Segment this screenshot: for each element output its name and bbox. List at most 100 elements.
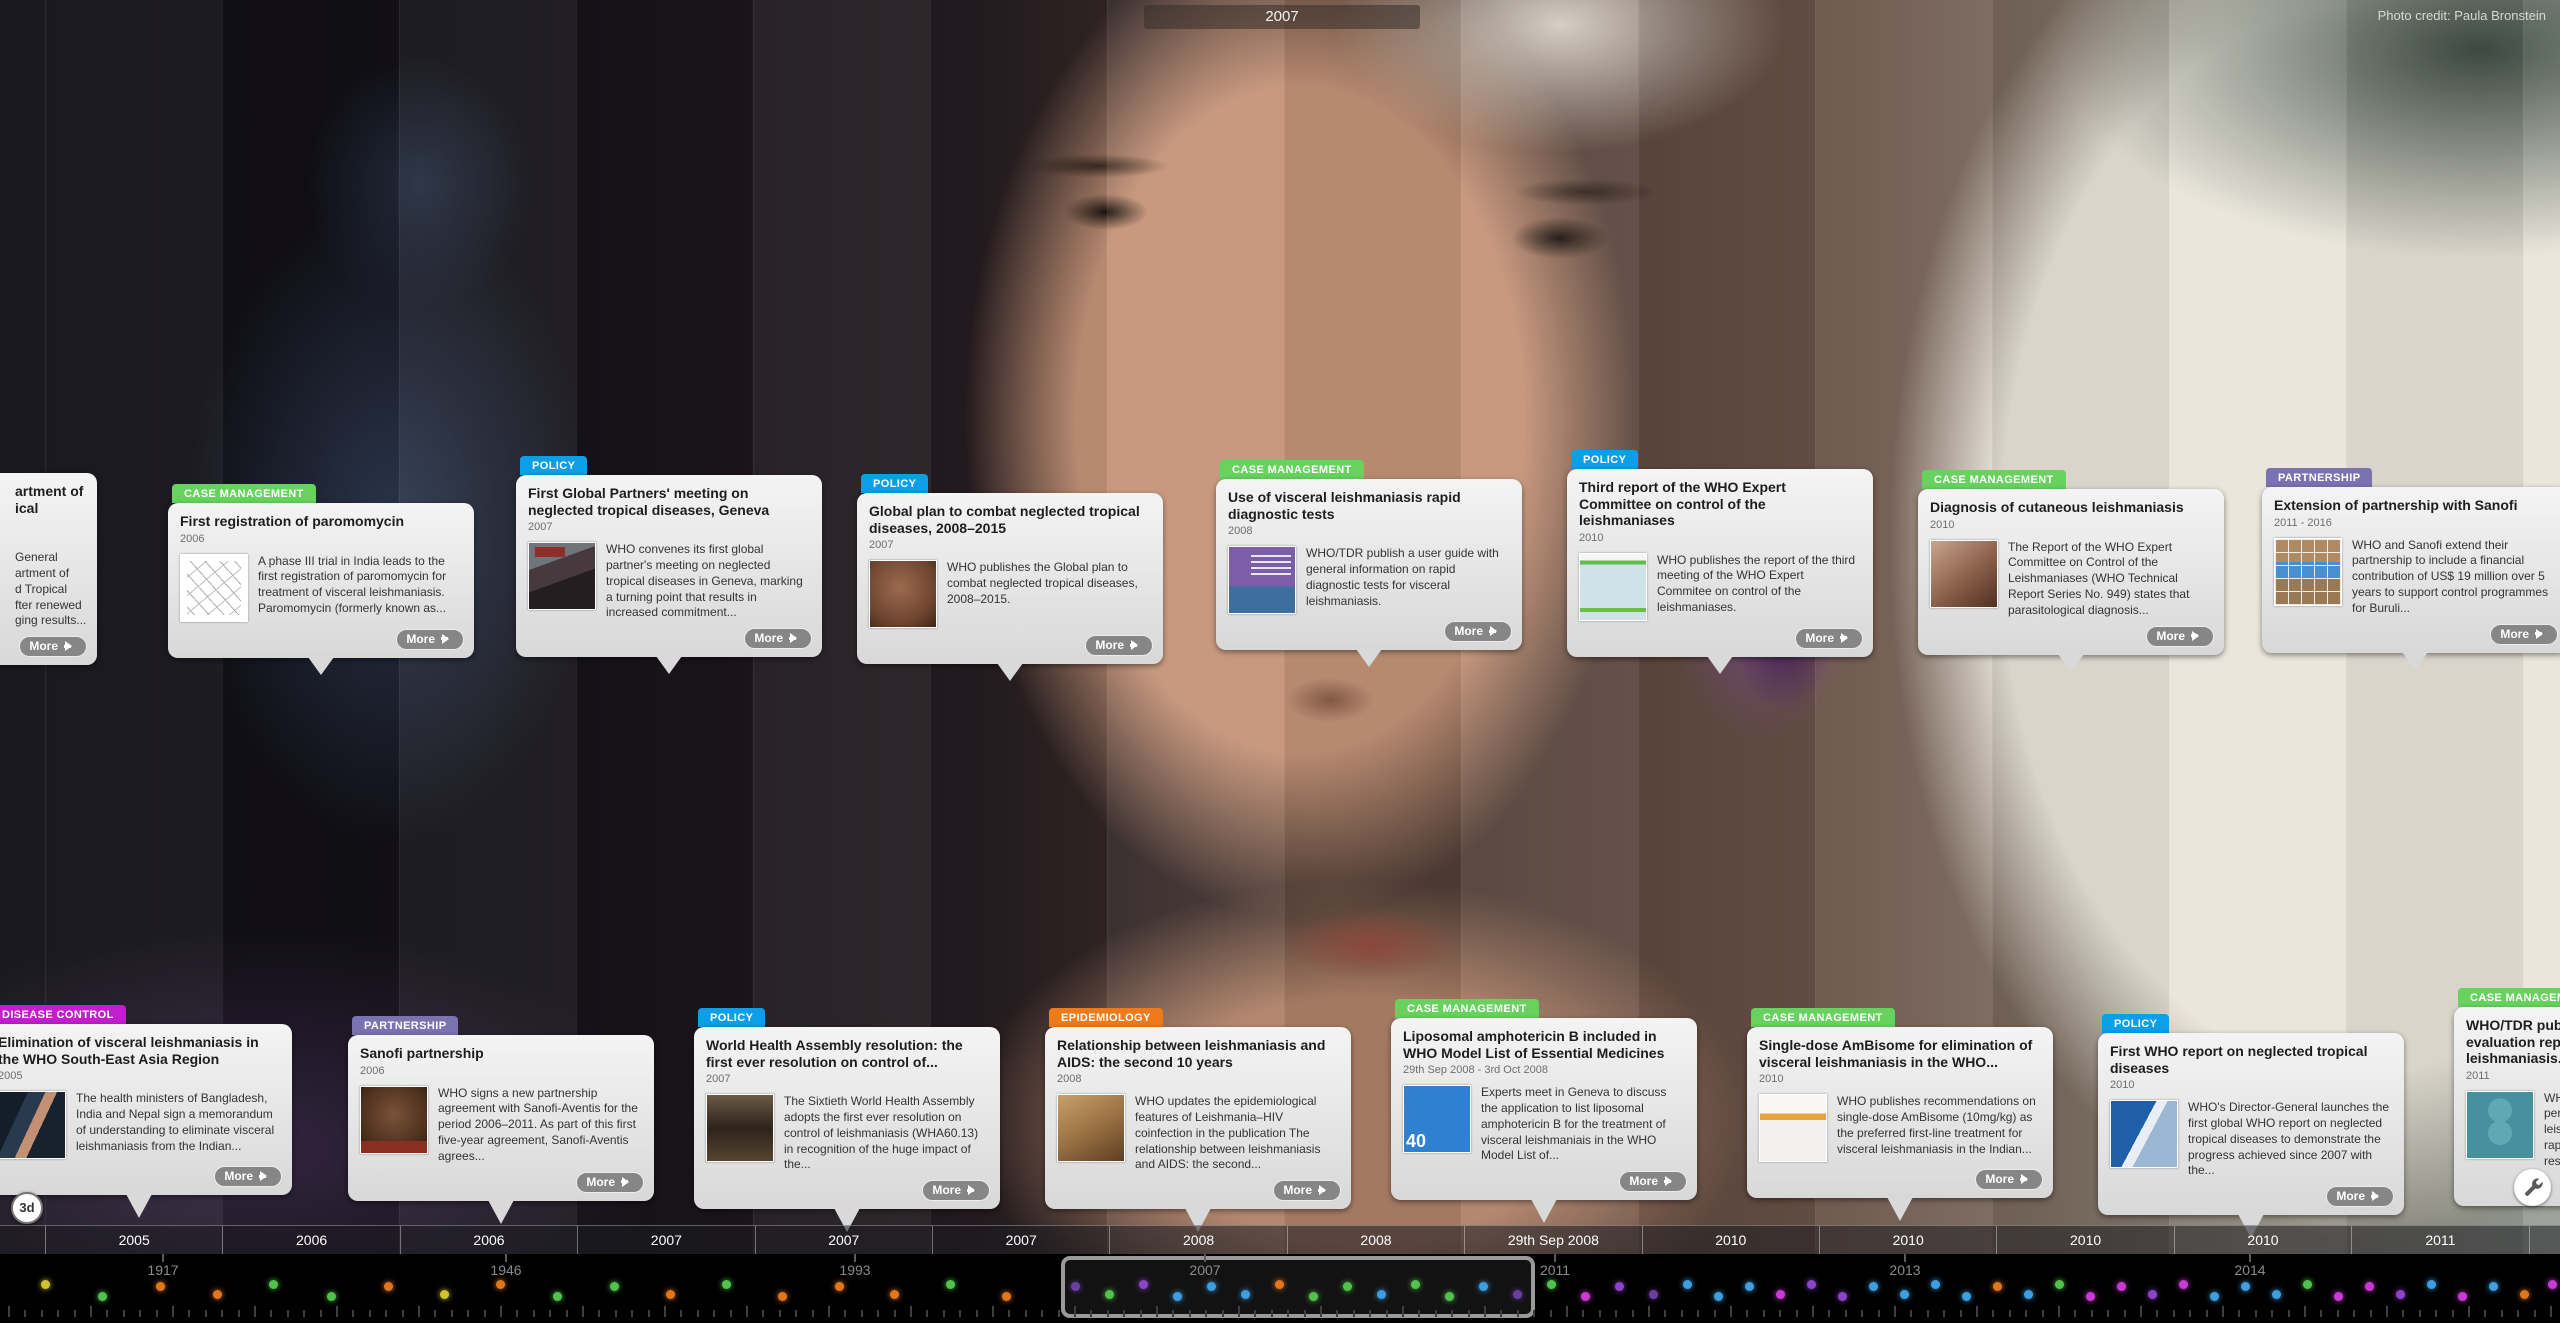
event-card-panel[interactable]: Diagnosis of cutaneous leishmaniasis2010… (1918, 489, 2224, 655)
event-dot (2117, 1282, 2126, 1291)
event-card[interactable]: DISEASE CONTROLElimination of visceral l… (0, 1005, 296, 1195)
event-card[interactable]: POLICYGlobal plan to combat neglected tr… (857, 474, 1167, 664)
more-button[interactable]: More (1085, 635, 1153, 656)
ruler-tick (1730, 1306, 1732, 1317)
event-dot (1581, 1292, 1590, 1301)
more-button[interactable]: More (19, 636, 87, 657)
event-card[interactable]: PARTNERSHIPSanofi partnership2006WHO sig… (348, 1016, 658, 1201)
ruler-tick (41, 1310, 43, 1317)
ruler-tick (2124, 1310, 2126, 1317)
event-card-panel[interactable]: Elimination of visceral leishmaniasis in… (0, 1024, 292, 1195)
ruler-tick (598, 1310, 600, 1317)
event-card-panel[interactable]: Sanofi partnership2006WHO signs a new pa… (348, 1035, 654, 1201)
year-strip-segment (0, 1226, 45, 1254)
event-thumbnail (869, 560, 937, 628)
card-pointer (1531, 1199, 1557, 1223)
event-dot (1411, 1280, 1420, 1289)
event-description: WHO convenes its first global partner's … (606, 542, 810, 621)
event-card-panel[interactable]: Third report of the WHO Expert Committee… (1567, 469, 1873, 657)
event-card[interactable]: PARTNERSHIPExtension of partnership with… (2262, 468, 2560, 653)
event-card[interactable]: CASE MANAGEMENTLiposomal amphotericin B … (1391, 999, 1701, 1200)
event-card-panel[interactable]: Extension of partnership with Sanofi2011… (2262, 487, 2560, 653)
year-strip-segment: 2008 (1109, 1226, 1286, 1254)
more-button[interactable]: More (2326, 1186, 2394, 1207)
event-dot (1615, 1282, 1624, 1291)
event-thumbnail (360, 1086, 428, 1154)
event-card-content: Third report of the WHO Expert Committee… (1579, 479, 1861, 621)
year-strip-segment: 29th Sep 2008 (1464, 1226, 1641, 1254)
more-button[interactable]: More (1273, 1180, 1341, 1201)
event-card[interactable]: POLICYThird report of the WHO Expert Com… (1567, 450, 1877, 657)
event-card-panel[interactable]: Global plan to combat neglected tropical… (857, 493, 1163, 664)
event-card-content: Relationship between leishmaniasis and A… (1057, 1037, 1339, 1173)
more-button[interactable]: More (922, 1180, 990, 1201)
ruler-tick (2091, 1310, 2093, 1317)
ruler-tick (1697, 1310, 1699, 1317)
event-card[interactable]: POLICYFirst WHO report on neglected trop… (2098, 1014, 2408, 1215)
more-button[interactable]: More (1619, 1171, 1687, 1192)
event-title-line: artment of (15, 483, 85, 500)
event-card-panel[interactable]: artment oficalGeneralartment ofd Tropica… (0, 473, 97, 665)
more-button[interactable]: More (2146, 626, 2214, 647)
event-card[interactable]: POLICY First Global Partners' meeting on … (516, 456, 826, 657)
event-dot (2458, 1292, 2467, 1301)
year-strip-segment: 2011 (2351, 1226, 2528, 1254)
ruler-tick (943, 1310, 945, 1317)
overview-timeline[interactable]: 1917194619932007201120132014 (0, 1254, 2560, 1323)
event-card-panel[interactable]: First Global Partners' meeting on neglec… (516, 475, 822, 657)
event-description: WHO and Sanofi extend their partnership … (2352, 538, 2556, 617)
event-dot (1931, 1280, 1940, 1289)
ruler-tick (451, 1310, 453, 1317)
ruler-tick (697, 1310, 699, 1317)
event-dot (2148, 1290, 2157, 1299)
ruler-tick (664, 1306, 666, 1317)
event-card[interactable]: CASE MANAGEMENTFirst registration of par… (168, 484, 478, 658)
settings-button[interactable] (2514, 1169, 2551, 1206)
event-description: WHO publishes the report of the third me… (1657, 553, 1861, 621)
ruler-tick (976, 1310, 978, 1317)
event-card[interactable]: POLICYWorld Health Assembly resolution: … (694, 1008, 1004, 1209)
more-button[interactable]: More (396, 629, 464, 650)
event-card-panel[interactable]: Single-dose AmBisome for elimination of … (1747, 1027, 2053, 1198)
ruler-tick (1304, 1310, 1306, 1317)
more-button[interactable]: More (2490, 624, 2558, 645)
more-button[interactable]: More (1795, 628, 1863, 649)
event-card-panel[interactable]: Use of visceral leishmaniasis rapid diag… (1216, 479, 1522, 650)
ruler-tick (2238, 1310, 2240, 1317)
ruler-tick (1058, 1310, 1060, 1317)
year-strip[interactable]: 2005200620062007200720072008200829th Sep… (0, 1225, 2560, 1254)
event-title: World Health Assembly resolution: the fi… (706, 1037, 988, 1070)
event-card[interactable]: EPIDEMIOLOGYRelationship between leishma… (1045, 1008, 1355, 1209)
category-badge: PARTNERSHIP (352, 1016, 458, 1035)
ruler-tick (2025, 1310, 2027, 1317)
ruler-tick (894, 1310, 896, 1317)
more-button[interactable]: More (576, 1172, 644, 1193)
view-3d-button[interactable]: 3d (11, 1192, 43, 1224)
ruler-tick (1976, 1306, 1978, 1317)
more-button[interactable]: More (214, 1166, 282, 1187)
event-card[interactable]: artment oficalGeneralartment ofd Tropica… (0, 473, 101, 665)
ruler-tick (1746, 1310, 1748, 1317)
event-card-panel[interactable]: Relationship between leishmaniasis and A… (1045, 1027, 1351, 1209)
event-card-panel[interactable]: First WHO report on neglected tropical d… (2098, 1033, 2404, 1215)
event-card-content: Use of visceral leishmaniasis rapid diag… (1228, 489, 1510, 614)
event-description: WHO's Director-General launches the firs… (2188, 1100, 2392, 1179)
ruler-tick (680, 1310, 682, 1317)
more-button[interactable]: More (744, 628, 812, 649)
category-badge: POLICY (520, 456, 587, 475)
event-title-line: ical (15, 500, 85, 517)
event-card-panel[interactable]: World Health Assembly resolution: the fi… (694, 1027, 1000, 1209)
event-card-content: artment oficalGeneralartment ofd Tropica… (0, 483, 85, 629)
event-dot (1105, 1290, 1114, 1299)
more-button[interactable]: More (1444, 621, 1512, 642)
event-card-panel[interactable]: First registration of paromomycin2006A p… (168, 503, 474, 658)
card-pointer (997, 663, 1023, 681)
event-card[interactable]: CASE MANAGEMENTSingle-dose AmBisome for … (1747, 1008, 2057, 1198)
more-button[interactable]: More (1975, 1169, 2043, 1190)
event-card[interactable]: CASE MANAGEMENTUse of visceral leishmani… (1216, 460, 1526, 650)
event-card-content: First Global Partners' meeting on neglec… (528, 485, 810, 621)
overview-selection-window[interactable] (1061, 1256, 1535, 1318)
event-card-panel[interactable]: Liposomal amphotericin B included in WHO… (1391, 1018, 1697, 1200)
event-card[interactable]: CASE MANAGEMENTDiagnosis of cutaneous le… (1918, 470, 2228, 655)
ruler-tick (1074, 1306, 1076, 1317)
